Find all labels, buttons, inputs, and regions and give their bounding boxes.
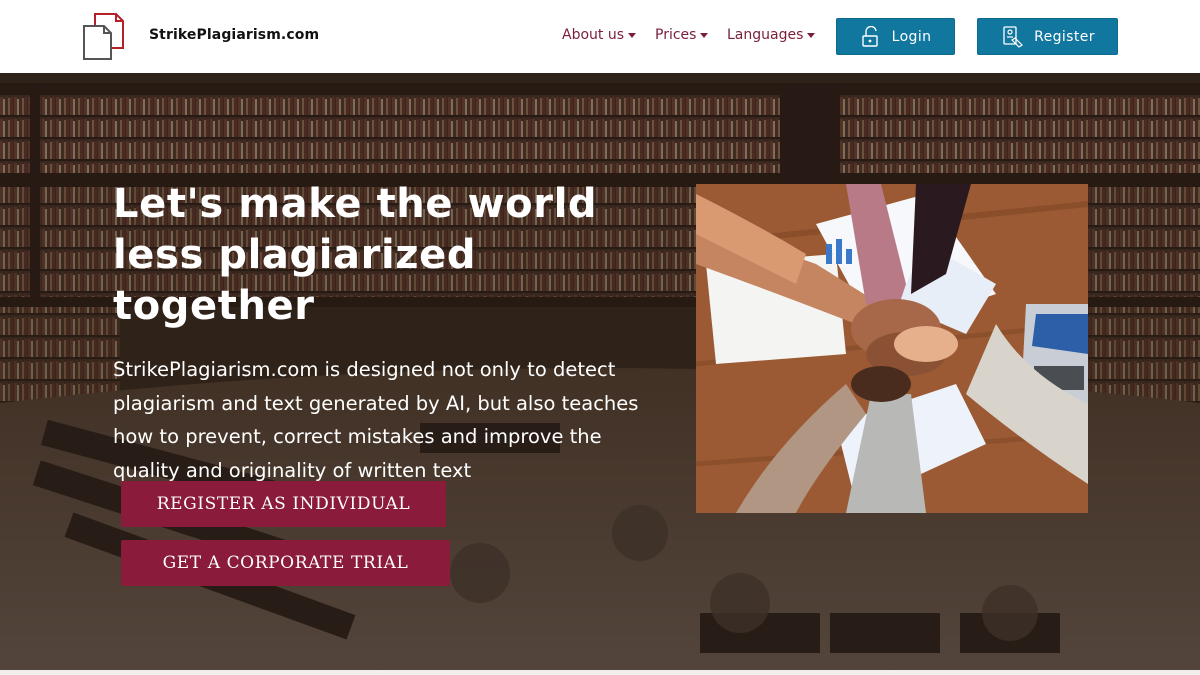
register-label: Register — [1034, 28, 1095, 45]
bottom-divider — [0, 670, 1200, 675]
login-button[interactable]: Login — [836, 18, 955, 55]
caret-down-icon — [700, 33, 709, 38]
unlock-icon — [861, 25, 878, 47]
nav-languages[interactable]: Languages — [727, 27, 816, 43]
login-label: Login — [891, 28, 932, 45]
teamwork-hands-image — [696, 184, 1088, 513]
hero-headline: Let's make the world less plagiarized to… — [113, 181, 598, 329]
nav-about-us[interactable]: About us — [562, 27, 637, 43]
caret-down-icon — [628, 33, 637, 38]
register-card-icon — [1003, 25, 1024, 48]
nav-prices-label: Prices — [655, 27, 697, 43]
corporate-trial-button[interactable]: GET A CORPORATE TRIAL — [121, 540, 450, 586]
brand-name[interactable]: StrikePlagiarism.com — [149, 27, 319, 43]
caret-down-icon — [807, 33, 816, 38]
hero-description: StrikePlagiarism.com is designed not onl… — [113, 358, 639, 482]
site-header: StrikePlagiarism.com About us Prices Lan… — [0, 0, 1200, 73]
nav-prices[interactable]: Prices — [655, 27, 709, 43]
nav-languages-label: Languages — [727, 27, 804, 43]
document-logo-icon[interactable] — [82, 12, 126, 62]
nav-about-us-label: About us — [562, 27, 625, 43]
hero-section: Let's make the world less plagiarized to… — [0, 73, 1200, 670]
register-individual-button[interactable]: REGISTER AS INDIVIDUAL — [121, 481, 446, 527]
register-button[interactable]: Register — [977, 18, 1118, 55]
